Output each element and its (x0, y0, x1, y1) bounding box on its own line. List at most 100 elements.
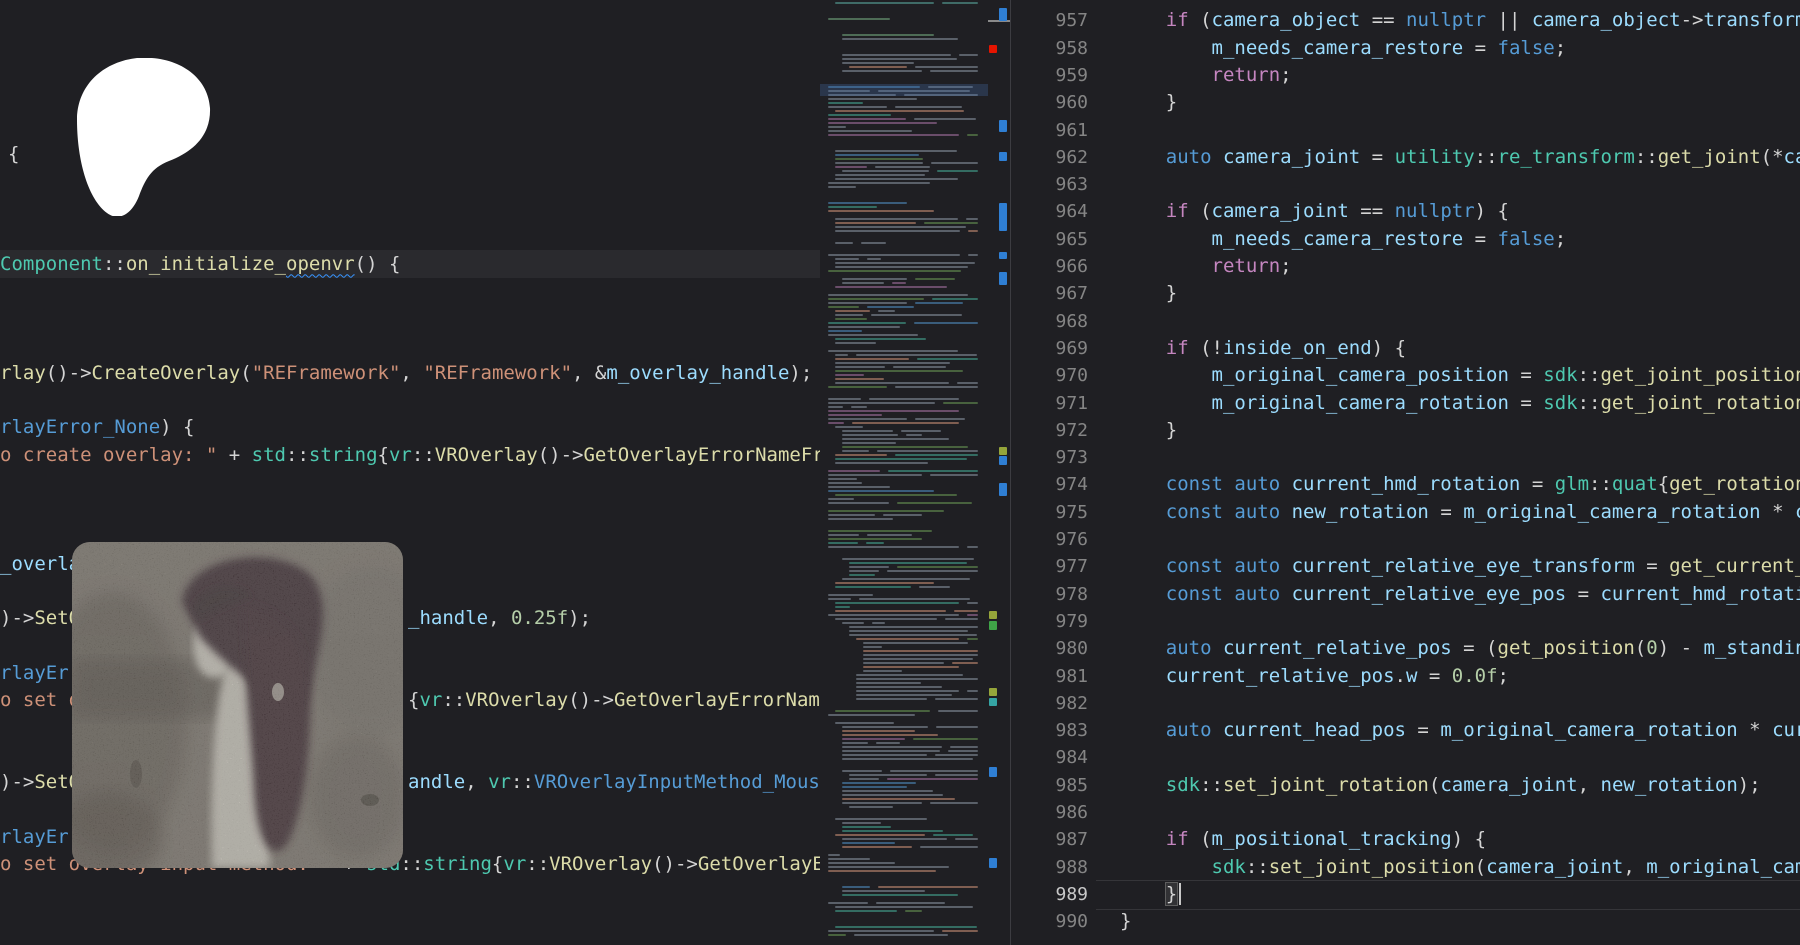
code-line[interactable]: )->SetO (0, 605, 80, 633)
line-number[interactable]: 962 (1011, 144, 1088, 171)
code-line[interactable]: o create overlay: " + std::string{vr::VR… (0, 442, 820, 470)
minimap-line (828, 406, 843, 408)
minimap-line (842, 830, 943, 832)
code-line[interactable]: m_needs_camera_restore = false; (1212, 35, 1567, 63)
line-number[interactable]: 988 (1011, 854, 1088, 881)
code-line[interactable]: if (m_positional_tracking) { (1166, 826, 1486, 854)
line-number[interactable]: 986 (1011, 799, 1088, 826)
code-line[interactable]: sdk::set_joint_rotation(camera_joint, ne… (1166, 772, 1761, 800)
ruler-mark-blue[interactable] (999, 203, 1007, 231)
left-editor-pane[interactable]: {Component::on_initialize_openvr() {rlay… (0, 0, 820, 945)
ruler-mark-olive[interactable] (999, 447, 1007, 455)
code-line[interactable]: Component::on_initialize_openvr() { (0, 251, 400, 279)
line-number[interactable]: 975 (1011, 499, 1088, 526)
code-line[interactable]: } (1166, 881, 1177, 909)
line-number[interactable]: 960 (1011, 89, 1088, 116)
code-line[interactable]: if (camera_joint == nullptr) { (1166, 198, 1509, 226)
line-number[interactable]: 958 (1011, 35, 1088, 62)
line-number[interactable]: 990 (1011, 908, 1088, 935)
line-number[interactable]: 984 (1011, 744, 1088, 771)
code-line[interactable]: const auto current_hmd_rotation = glm::q… (1166, 471, 1800, 499)
line-number[interactable]: 989 (1011, 881, 1088, 908)
line-number[interactable]: 969 (1011, 335, 1088, 362)
line-number[interactable]: 987 (1011, 826, 1088, 853)
code-line[interactable]: const auto new_rotation = m_original_cam… (1166, 499, 1800, 527)
line-number[interactable]: 974 (1011, 471, 1088, 498)
line-number[interactable]: 966 (1011, 253, 1088, 280)
code-line[interactable]: m_original_camera_rotation = sdk::get_jo… (1212, 390, 1800, 418)
line-number[interactable]: 971 (1011, 390, 1088, 417)
line-number[interactable]: 957 (1011, 7, 1088, 34)
code-line[interactable]: m_original_camera_position = sdk::get_jo… (1212, 362, 1800, 390)
code-line[interactable]: auto camera_joint = utility::re_transfor… (1166, 144, 1800, 172)
line-number[interactable]: 985 (1011, 772, 1088, 799)
code-line[interactable]: if (!inside_on_end) { (1166, 335, 1406, 363)
code-line[interactable]: return; (1212, 62, 1292, 90)
code-line[interactable]: current_relative_pos.w = 0.0f; (1166, 663, 1509, 691)
minimap-line (851, 406, 867, 408)
minimap-line (828, 122, 937, 124)
ruler-mark-red[interactable] (989, 45, 997, 53)
minimap-line (920, 846, 978, 848)
ruler-mark-olive[interactable] (989, 688, 997, 696)
ruler-mark-blue[interactable] (999, 483, 1007, 496)
code-line[interactable]: { (8, 141, 19, 169)
code-line[interactable]: } (1166, 280, 1177, 308)
overview-ruler[interactable] (988, 0, 1010, 945)
code-line[interactable]: auto current_relative_pos = (get_positio… (1166, 635, 1800, 663)
ruler-mark-green[interactable] (989, 621, 997, 630)
code-line[interactable]: rlayEr (0, 824, 69, 852)
ruler-mark-teal[interactable] (989, 698, 997, 706)
line-number[interactable]: 978 (1011, 581, 1088, 608)
line-number[interactable]: 980 (1011, 635, 1088, 662)
line-number[interactable]: 981 (1011, 663, 1088, 690)
code-line[interactable]: rlay()->CreateOverlay("REFramework", "RE… (0, 360, 812, 388)
line-number[interactable]: 965 (1011, 226, 1088, 253)
line-number[interactable]: 959 (1011, 62, 1088, 89)
line-number[interactable]: 964 (1011, 198, 1088, 225)
code-line[interactable]: } (1166, 89, 1177, 117)
code-line[interactable]: o set o (0, 687, 80, 715)
code-line[interactable]: _overla (0, 551, 80, 579)
minimap[interactable] (820, 0, 988, 945)
code-line[interactable]: m_needs_camera_restore = false; (1212, 226, 1567, 254)
code-line[interactable]: rlayEr (0, 660, 69, 688)
ruler-mark-blue[interactable] (999, 120, 1007, 132)
code-line[interactable]: auto current_head_pos = m_original_camer… (1166, 717, 1800, 745)
line-number[interactable]: 963 (1011, 171, 1088, 198)
code-line[interactable]: } (1166, 417, 1177, 445)
code-line[interactable]: andle, vr::VROverlayInputMethod_Mouse (408, 769, 820, 797)
line-number[interactable]: 977 (1011, 553, 1088, 580)
code-line[interactable]: _handle, 0.25f); (408, 605, 591, 633)
code-line[interactable]: )->SetO (0, 769, 80, 797)
ruler-mark-blue[interactable] (989, 767, 997, 777)
line-number[interactable]: 982 (1011, 690, 1088, 717)
code-line[interactable]: const auto current_relative_eye_transfor… (1166, 553, 1800, 581)
code-line[interactable]: sdk::set_joint_position(camera_joint, m_… (1212, 854, 1800, 882)
line-number[interactable]: 967 (1011, 280, 1088, 307)
code-token: { (378, 444, 389, 466)
code-line[interactable]: } (1120, 908, 1131, 936)
line-number[interactable]: 976 (1011, 526, 1088, 553)
ruler-mark-blue[interactable] (999, 8, 1007, 21)
ruler-mark-blue[interactable] (999, 456, 1007, 465)
line-number[interactable]: 961 (1011, 117, 1088, 144)
line-number[interactable]: 968 (1011, 308, 1088, 335)
ruler-mark-olive[interactable] (989, 611, 997, 619)
code-line[interactable]: rlayError_None) { (0, 414, 194, 442)
code-line[interactable]: if (camera_object == nullptr || camera_o… (1166, 7, 1800, 35)
code-line[interactable]: const auto current_relative_eye_pos = cu… (1166, 581, 1800, 609)
line-number[interactable]: 979 (1011, 608, 1088, 635)
ruler-mark-blue[interactable] (999, 272, 1007, 285)
code-line[interactable]: return; (1212, 253, 1292, 281)
line-number[interactable]: 972 (1011, 417, 1088, 444)
right-editor-pane[interactable]: 9579589599609619629639649659669679689699… (1011, 0, 1800, 945)
code-line[interactable]: {vr::VROverlay()->GetOverlayErrorName (408, 687, 820, 715)
ruler-mark-blue[interactable] (989, 858, 997, 868)
line-number[interactable]: 970 (1011, 362, 1088, 389)
line-number[interactable]: 983 (1011, 717, 1088, 744)
ruler-mark-blue[interactable] (999, 252, 1007, 259)
line-number[interactable]: 973 (1011, 444, 1088, 471)
ruler-mark-blue[interactable] (999, 152, 1007, 161)
minimap-line (835, 342, 876, 344)
